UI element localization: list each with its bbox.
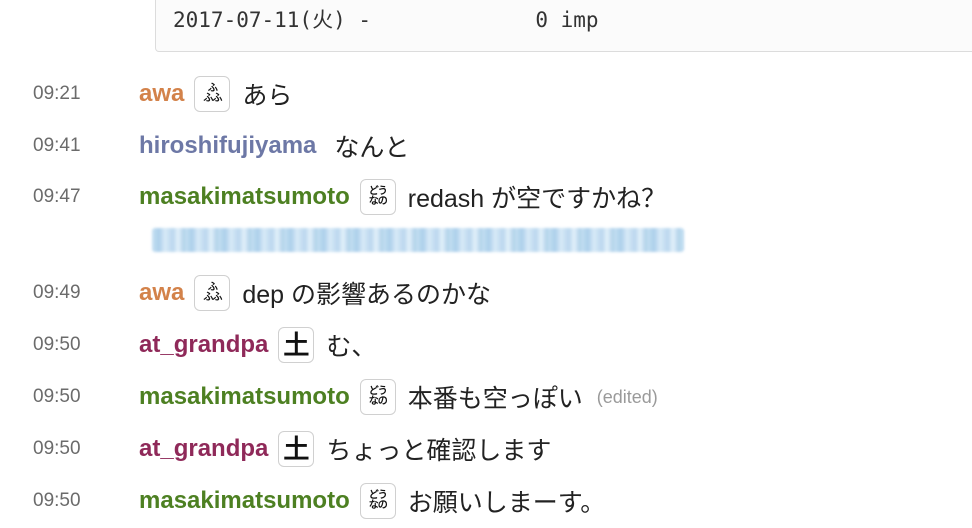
username-hiroshifujiyama[interactable]: hiroshifujiyama bbox=[139, 132, 316, 160]
edited-label: (edited) bbox=[596, 386, 658, 407]
message-row: 09:50 at_grandpa 土 ちょっと確認します bbox=[0, 429, 972, 469]
message-body: masakimatsumoto どう なの お願いしまーす。 bbox=[139, 481, 605, 521]
message-row: 09:50 at_grandpa 土 む、 bbox=[0, 325, 972, 365]
message-body: awa ふ ふふ dep の影響あるのかな bbox=[139, 273, 491, 313]
dounano-icon-line2: なの bbox=[368, 196, 388, 207]
username-awa[interactable]: awa bbox=[139, 279, 184, 307]
chat-page: 2017-07-11(火) - 0 imp 09:21 awa ふ ふふ あら … bbox=[0, 0, 972, 528]
message-body: masakimatsumoto どう なの 本番も空っぽい (edited) bbox=[139, 377, 658, 417]
message-text: あら bbox=[242, 82, 293, 110]
username-awa[interactable]: awa bbox=[139, 80, 184, 108]
message-timestamp[interactable]: 09:41 bbox=[33, 135, 81, 157]
dounano-icon[interactable]: どう なの bbox=[359, 379, 396, 415]
code-block: 2017-07-11(火) - 0 imp bbox=[155, 0, 972, 52]
message-row: 09:21 awa ふ ふふ あら bbox=[0, 74, 972, 114]
fufufu-icon[interactable]: ふ ふふ bbox=[194, 76, 231, 112]
tsuchi-icon[interactable]: 土 bbox=[278, 431, 315, 467]
message-row: 09:41 hiroshifujiyama なんと bbox=[0, 126, 972, 166]
message-row: 09:49 awa ふ ふふ dep の影響あるのかな bbox=[0, 273, 972, 313]
tsuchi-icon-glyph: 土 bbox=[283, 434, 310, 464]
message-text: dep の影響あるのかな bbox=[242, 281, 492, 309]
username-at-grandpa[interactable]: at_grandpa bbox=[139, 435, 268, 463]
message-timestamp[interactable]: 09:50 bbox=[33, 334, 81, 356]
message-text: 本番も空っぽい bbox=[407, 385, 583, 413]
username-at-grandpa[interactable]: at_grandpa bbox=[139, 331, 268, 359]
username-masakimatsumoto[interactable]: masakimatsumoto bbox=[139, 183, 350, 211]
message-body: hiroshifujiyama なんと bbox=[139, 126, 409, 166]
message-body: at_grandpa 土 む、 bbox=[139, 325, 376, 365]
message-text: redash が空ですかね？ bbox=[407, 185, 667, 213]
message-timestamp[interactable]: 09:50 bbox=[33, 386, 81, 408]
fufufu-icon[interactable]: ふ ふふ bbox=[194, 275, 231, 311]
dounano-icon-line2: なの bbox=[368, 500, 388, 511]
code-line: 2017-07-11(火) - 0 imp bbox=[173, 8, 599, 32]
message-timestamp[interactable]: 09:50 bbox=[33, 490, 81, 512]
message-timestamp[interactable]: 09:21 bbox=[33, 83, 81, 105]
message-text: なんと bbox=[334, 134, 410, 162]
fufufu-icon-line2: ふふ bbox=[203, 292, 222, 303]
username-masakimatsumoto[interactable]: masakimatsumoto bbox=[139, 487, 350, 515]
tsuchi-icon[interactable]: 土 bbox=[278, 327, 315, 363]
dounano-icon-line2: なの bbox=[368, 396, 388, 407]
message-row: 09:50 masakimatsumoto どう なの 本番も空っぽい (edi… bbox=[0, 377, 972, 417]
message-body: masakimatsumoto どう なの redash が空ですかね？ bbox=[139, 177, 666, 217]
message-text: お願いしまーす。 bbox=[407, 489, 606, 517]
message-timestamp[interactable]: 09:49 bbox=[33, 282, 81, 304]
username-masakimatsumoto[interactable]: masakimatsumoto bbox=[139, 383, 350, 411]
redacted-link[interactable] bbox=[152, 228, 684, 252]
fufufu-icon-line2: ふふ bbox=[203, 93, 222, 104]
message-timestamp[interactable]: 09:50 bbox=[33, 438, 81, 460]
dounano-icon[interactable]: どう なの bbox=[359, 483, 396, 519]
message-row: 09:50 masakimatsumoto どう なの お願いしまーす。 bbox=[0, 481, 972, 521]
message-body: at_grandpa 土 ちょっと確認します bbox=[139, 429, 551, 469]
tsuchi-icon-glyph: 土 bbox=[283, 330, 310, 360]
message-timestamp[interactable]: 09:47 bbox=[33, 186, 81, 208]
dounano-icon[interactable]: どう なの bbox=[359, 179, 396, 215]
message-text: む、 bbox=[326, 333, 377, 361]
message-text: ちょっと確認します bbox=[326, 437, 552, 465]
message-row: 09:47 masakimatsumoto どう なの redash が空ですか… bbox=[0, 177, 972, 217]
message-body: awa ふ ふふ あら bbox=[139, 74, 292, 114]
